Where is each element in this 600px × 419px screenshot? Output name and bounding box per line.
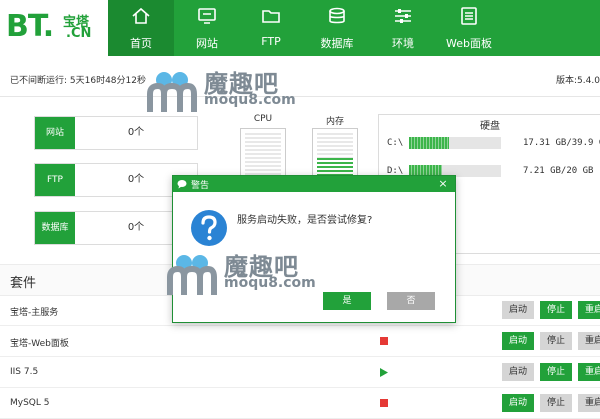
monitor-icon bbox=[198, 8, 216, 24]
question-icon bbox=[191, 210, 227, 246]
nav-web-panel[interactable]: Web面板 bbox=[436, 0, 502, 56]
uptime-text: 已不间断运行: 5天16时48分12秒 bbox=[10, 76, 146, 86]
close-icon[interactable]: × bbox=[437, 177, 449, 191]
dialog-title: 警告 bbox=[191, 181, 210, 191]
list-panel-icon bbox=[461, 7, 477, 25]
disk-usage-text: 7.21 GB/20 GB bbox=[523, 166, 594, 176]
no-button[interactable]: 否 bbox=[387, 292, 435, 310]
home-icon bbox=[132, 7, 150, 24]
chat-bubble-icon bbox=[177, 180, 187, 189]
stop-button[interactable]: 停止 bbox=[540, 394, 572, 412]
dialog-message: 服务启动失败，是否尝试修复? bbox=[237, 215, 373, 226]
watermark: 魔趣吧 moqu8.com bbox=[166, 253, 326, 299]
nav-label: 环境 bbox=[392, 37, 414, 50]
nav-label: Web面板 bbox=[446, 37, 492, 50]
restart-button[interactable]: 重启 bbox=[578, 332, 600, 350]
bt-logo[interactable]: BT. 宝塔 .CN bbox=[0, 0, 108, 56]
stat-label: FTP bbox=[35, 164, 75, 196]
nav-environment[interactable]: 环境 bbox=[370, 0, 436, 56]
restart-button[interactable]: 重启 bbox=[578, 301, 600, 319]
stopped-status-icon bbox=[380, 337, 388, 348]
dialog-titlebar: 警告 × bbox=[173, 176, 455, 192]
disk-usage-text: 17.31 GB/39.9 GB bbox=[523, 138, 600, 148]
nav-database[interactable]: 数据库 bbox=[304, 0, 370, 56]
stopped-status-icon bbox=[380, 399, 388, 410]
gauge-label: 内存 bbox=[325, 117, 344, 127]
warning-dialog: 警告 × 服务启动失败，是否尝试修复? 是 否 bbox=[172, 175, 456, 323]
stop-button[interactable]: 停止 bbox=[540, 332, 572, 350]
stop-button[interactable]: 停止 bbox=[540, 363, 572, 381]
start-button[interactable]: 启动 bbox=[502, 332, 534, 350]
nav-label: FTP bbox=[261, 35, 281, 48]
nav-label: 网站 bbox=[196, 37, 218, 50]
nav-ftp[interactable]: FTP bbox=[238, 0, 304, 56]
start-button[interactable]: 启动 bbox=[502, 301, 534, 319]
watermark: 魔趣吧 moqu8.com bbox=[146, 70, 306, 116]
yes-button[interactable]: 是 bbox=[323, 292, 371, 310]
disk-name: C:\ bbox=[387, 138, 404, 148]
sliders-icon bbox=[395, 9, 411, 23]
stat-label: 网站 bbox=[35, 117, 75, 149]
logo-main-text: BT. bbox=[6, 9, 54, 44]
logo-domain-text: .CN bbox=[66, 26, 92, 41]
service-name: 宝塔-主服务 bbox=[10, 308, 59, 318]
section-title: 套件 bbox=[10, 276, 37, 291]
disk-usage-bar bbox=[409, 137, 501, 149]
disk-row-c: C:\ 17.31 GB/39.9 GB bbox=[387, 137, 600, 151]
disk-title: 硬盘 bbox=[480, 121, 500, 132]
folder-icon bbox=[262, 10, 280, 23]
nav-website[interactable]: 网站 bbox=[174, 0, 240, 56]
watermark-logo-icon bbox=[167, 255, 217, 295]
nav-label: 数据库 bbox=[320, 37, 354, 50]
restart-button[interactable]: 重启 bbox=[578, 394, 600, 412]
stat-website[interactable]: 网站 0个 bbox=[34, 116, 198, 150]
start-button[interactable]: 启动 bbox=[502, 363, 534, 381]
service-row: IIS 7.5 启动 停止 重启 bbox=[0, 357, 600, 388]
stat-label: 数据库 bbox=[35, 212, 75, 244]
top-navigation-bar: BT. 宝塔 .CN 首页 网站 FTP 数据库 环境 Web面板 bbox=[0, 0, 600, 56]
stat-value: 0个 bbox=[127, 127, 145, 138]
watermark-logo-icon bbox=[147, 72, 197, 112]
version-text: 版本:5.4.0 bbox=[556, 76, 600, 86]
watermark-domain: moqu8.com bbox=[224, 275, 316, 291]
disk-usage-fill bbox=[409, 137, 450, 149]
service-name: IIS 7.5 bbox=[10, 367, 39, 377]
watermark-domain: moqu8.com bbox=[204, 92, 296, 108]
service-name: 宝塔-Web面板 bbox=[10, 339, 69, 349]
nav-label: 首页 bbox=[130, 37, 152, 50]
database-icon bbox=[329, 7, 345, 24]
service-row: MySQL 5 启动 停止 重启 bbox=[0, 388, 600, 419]
running-status-icon bbox=[380, 368, 388, 380]
stop-button[interactable]: 停止 bbox=[540, 301, 572, 319]
nav-home[interactable]: 首页 bbox=[108, 0, 174, 56]
service-row: 宝塔-Web面板 启动 停止 重启 bbox=[0, 326, 600, 357]
start-button[interactable]: 启动 bbox=[502, 394, 534, 412]
restart-button[interactable]: 重启 bbox=[578, 363, 600, 381]
